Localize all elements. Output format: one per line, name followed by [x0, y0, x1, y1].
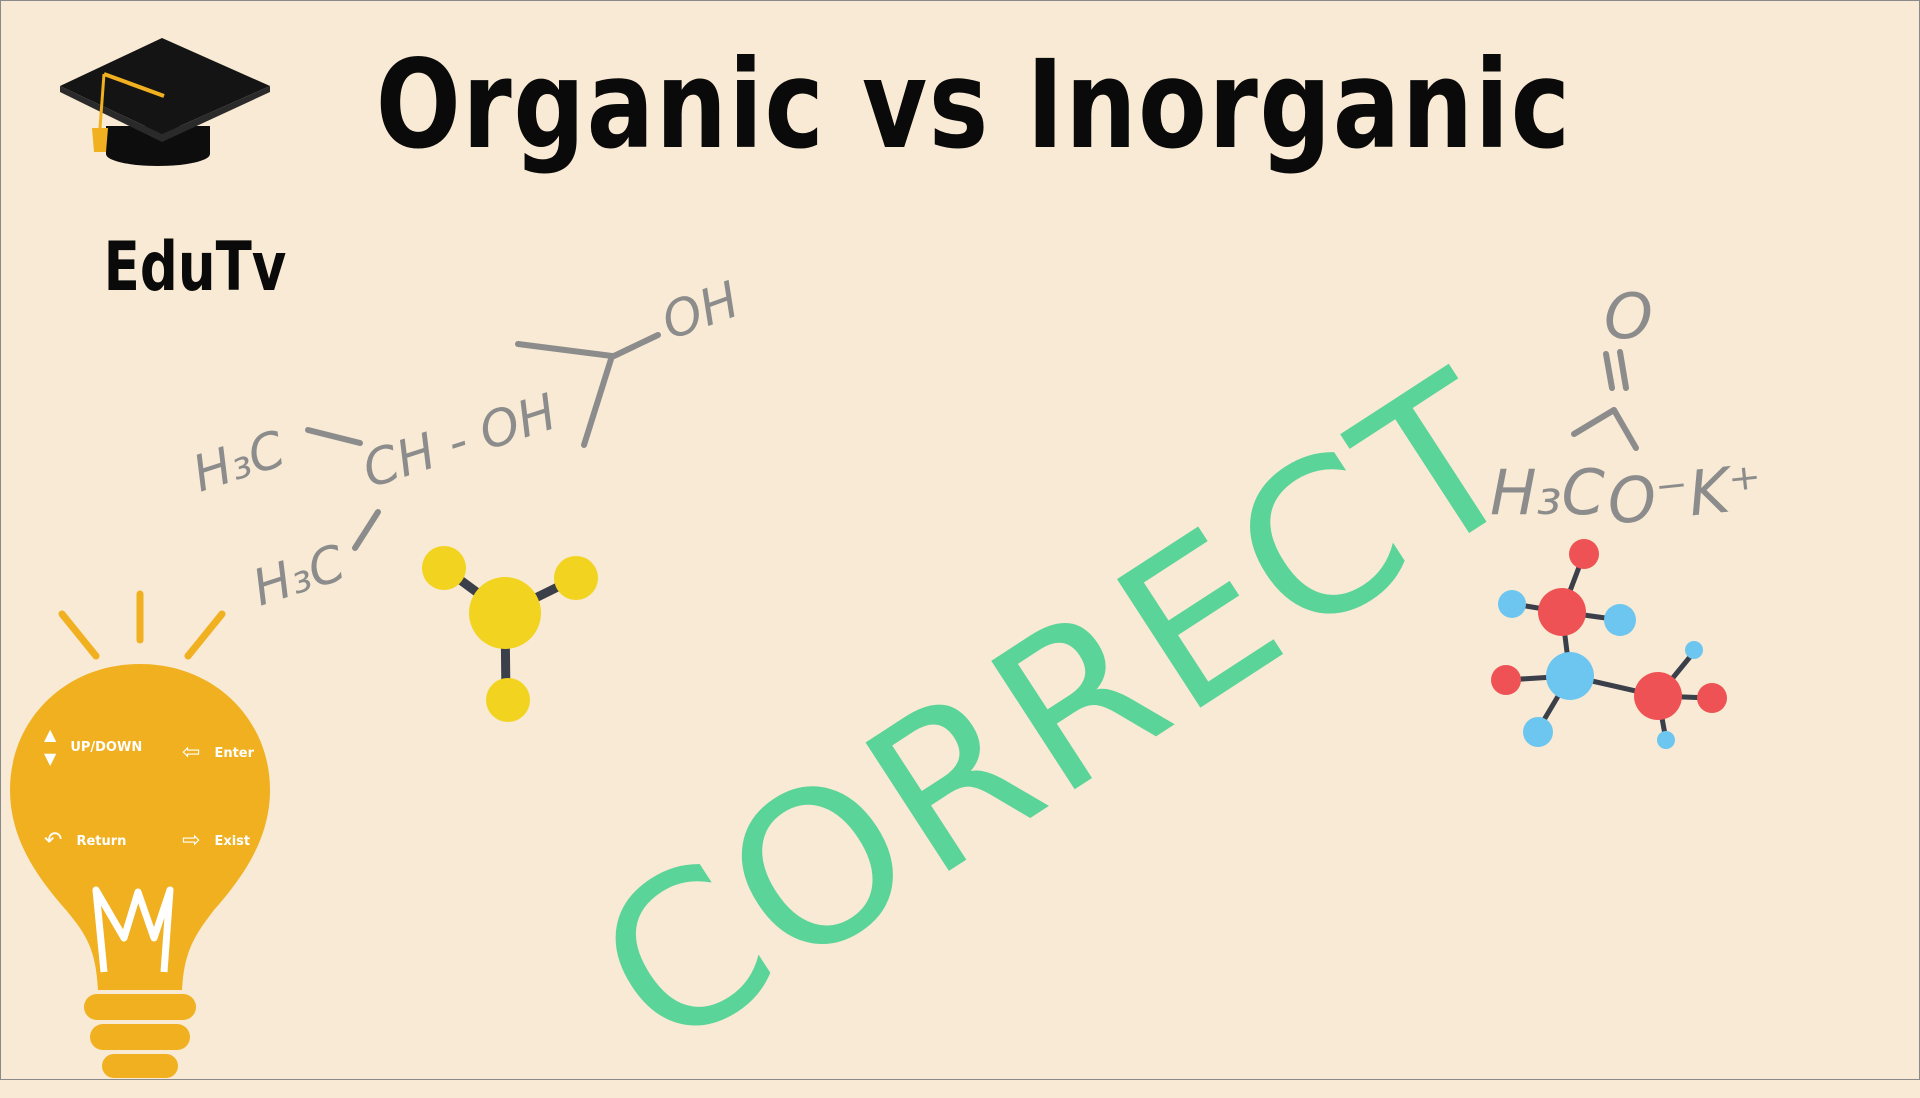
- up-arrow-icon: ▲: [44, 725, 57, 744]
- enter-label: Enter: [214, 745, 255, 761]
- formula-h3c-upper: H₃C: [186, 420, 292, 504]
- enter-icon: ⇦: [182, 740, 201, 765]
- formula-oxygen: O: [1604, 280, 1653, 353]
- formula-oh-top: OH: [654, 270, 746, 351]
- return-control[interactable]: ↶ Return: [44, 830, 126, 852]
- enter-control[interactable]: ⇦ Enter: [182, 742, 254, 764]
- return-label: Return: [76, 833, 127, 849]
- formula-salt: O⁻K⁺: [1604, 450, 1766, 539]
- down-arrow-icon: ▼: [44, 749, 57, 768]
- result-stamp: CORRECT: [480, 327, 1562, 1098]
- updown-label: UP/DOWN: [70, 739, 143, 755]
- exit-label: Exist: [214, 833, 251, 849]
- exit-control[interactable]: ⇨ Exist: [182, 830, 250, 852]
- controls-bulb: ▲ ▼ UP/DOWN ⇦ Enter ↶ Return ⇨ Exist: [0, 580, 300, 1080]
- red-blue-molecule: [1491, 539, 1727, 749]
- right-formula-bonds: [1571, 349, 1639, 451]
- return-icon: ↶: [44, 828, 63, 853]
- exit-icon: ⇨: [182, 828, 201, 853]
- updown-control[interactable]: ▲ ▼ UP/DOWN: [44, 725, 143, 768]
